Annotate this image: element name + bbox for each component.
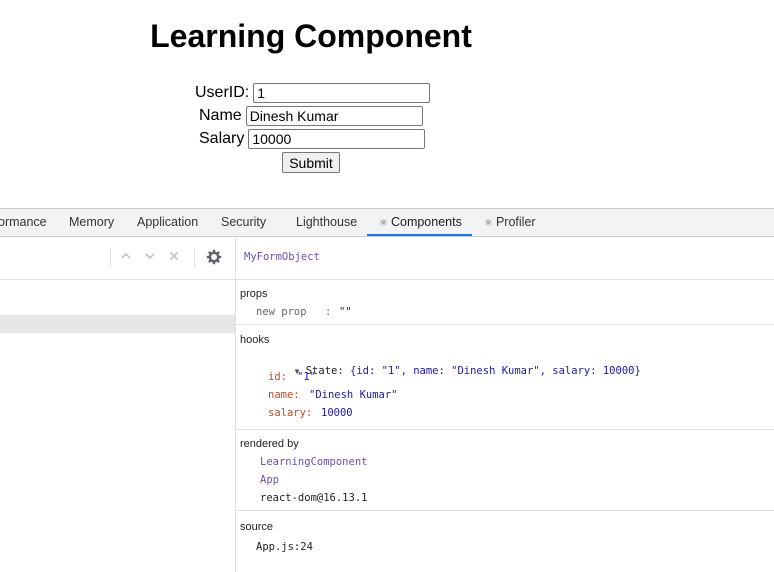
name-row: Name xyxy=(199,105,423,127)
tab-lighthouse[interactable]: Lighthouse xyxy=(296,209,357,236)
toolbar-divider xyxy=(194,248,195,268)
hook-value-name[interactable]: "Dinesh Kumar" xyxy=(309,389,398,401)
gear-icon[interactable] xyxy=(206,249,224,267)
toolbar-divider xyxy=(110,248,111,268)
name-label: Name xyxy=(199,107,242,124)
tab-performance[interactable]: ormance xyxy=(0,209,47,236)
source-file[interactable]: App.js:24 xyxy=(256,541,313,553)
prop-value[interactable]: "" xyxy=(339,306,352,318)
rendered-by-title: rendered by xyxy=(240,438,299,450)
tree-toolbar xyxy=(0,237,235,280)
userid-row: UserID: xyxy=(195,82,431,104)
inspector-header: MyFormObject xyxy=(236,237,774,280)
devtools-tabbar: ormance Memory Application Security Ligh… xyxy=(0,209,774,237)
hook-key-name: name: xyxy=(268,389,300,401)
selected-component-name: MyFormObject xyxy=(244,251,320,263)
chevron-down-icon[interactable] xyxy=(144,249,156,267)
rendered-by-item[interactable]: LearningComponent xyxy=(260,456,367,468)
component-inspector-pane: MyFormObject props new prop : "" hooks ▼… xyxy=(236,237,774,572)
state-summary: {id: "1", name: "Dinesh Kumar", salary: … xyxy=(350,365,641,377)
props-title: props xyxy=(240,288,268,300)
close-icon[interactable] xyxy=(168,249,180,267)
tab-application[interactable]: Application xyxy=(137,209,198,236)
prop-colon: : xyxy=(325,306,332,318)
selected-tree-row[interactable] xyxy=(0,315,235,333)
rendered-by-item: react-dom@16.13.1 xyxy=(260,492,368,504)
prop-key[interactable]: new prop xyxy=(256,306,307,318)
rendered-by-item[interactable]: App xyxy=(260,474,279,486)
tab-components-label: Components xyxy=(390,215,462,229)
salary-row: Salary xyxy=(199,128,426,150)
submit-button[interactable]: Submit xyxy=(282,152,340,173)
atom-icon: ⚛ xyxy=(484,218,493,229)
tab-profiler-label: Profiler xyxy=(495,215,536,229)
hooks-title: hooks xyxy=(240,334,270,346)
hooks-section: hooks ▼ State: {id: "1", name: "Dinesh K… xyxy=(236,325,774,430)
rendered-by-section: rendered by LearningComponent App react-… xyxy=(236,430,774,511)
atom-icon: ⚛ xyxy=(379,218,388,229)
source-section: source App.js:24 xyxy=(236,511,774,572)
active-tab-indicator xyxy=(367,234,472,236)
tab-memory[interactable]: Memory xyxy=(69,209,114,236)
tab-profiler[interactable]: ⚛ Profiler xyxy=(484,209,536,236)
hook-key-id: id: xyxy=(268,371,287,383)
props-section: props new prop : "" xyxy=(236,280,774,325)
salary-label: Salary xyxy=(199,130,245,147)
salary-input[interactable] xyxy=(248,129,426,149)
hook-value-salary[interactable]: 10000 xyxy=(321,407,353,419)
chevron-up-icon[interactable] xyxy=(120,249,132,267)
page-title: Learning Component xyxy=(150,18,472,54)
source-title: source xyxy=(240,521,274,533)
hook-value-id[interactable]: "1" xyxy=(297,371,316,383)
tab-security[interactable]: Security xyxy=(221,209,266,236)
devtools-panel: ormance Memory Application Security Ligh… xyxy=(0,208,774,572)
tab-components[interactable]: ⚛ Components xyxy=(379,209,462,236)
userid-label: UserID: xyxy=(195,84,250,101)
name-input[interactable] xyxy=(245,106,423,126)
component-tree-pane xyxy=(0,237,236,572)
hook-key-salary: salary: xyxy=(268,407,313,419)
userid-input[interactable] xyxy=(253,83,431,103)
